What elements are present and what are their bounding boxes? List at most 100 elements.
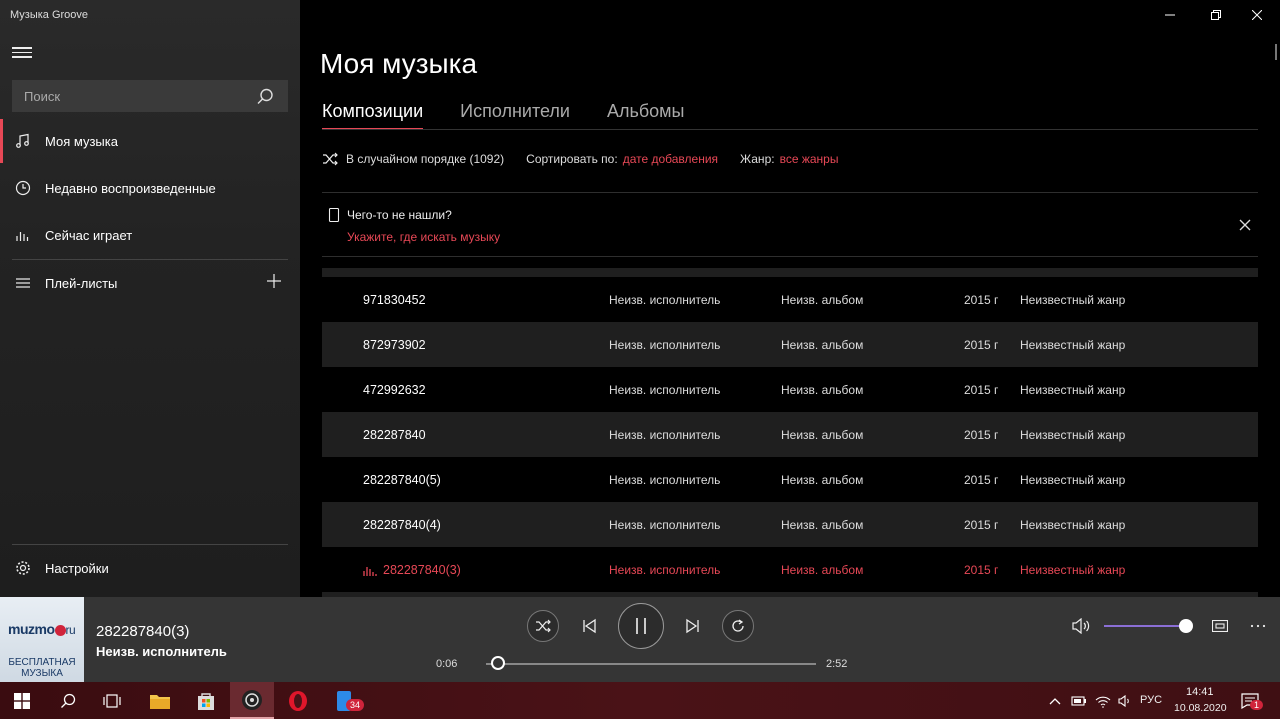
song-year: 2015 г bbox=[964, 337, 999, 352]
seek-thumb[interactable] bbox=[490, 656, 505, 670]
hamburger-menu-icon[interactable] bbox=[12, 44, 32, 60]
close-icon[interactable] bbox=[1236, 216, 1254, 234]
song-album[interactable]: Неизв. альбом bbox=[781, 563, 863, 577]
equalizer-icon bbox=[14, 226, 32, 244]
sidebar-item-settings[interactable]: Настройки bbox=[0, 546, 300, 590]
pause-button[interactable] bbox=[618, 603, 664, 649]
minimize-icon bbox=[1165, 14, 1175, 16]
song-artist[interactable]: Неизв. исполнитель bbox=[609, 338, 720, 352]
now-playing-title[interactable]: 282287840(3) bbox=[96, 623, 189, 640]
sidebar-item-recent[interactable]: Недавно воспроизведенные bbox=[0, 166, 300, 210]
sidebar-item-my-music[interactable]: Моя музыка bbox=[0, 119, 300, 163]
sidebar-item-label: Недавно воспроизведенные bbox=[45, 180, 216, 196]
shuffle-button[interactable] bbox=[527, 610, 559, 642]
song-album[interactable]: Неизв. альбом bbox=[781, 428, 863, 442]
taskbar-groove-music[interactable] bbox=[230, 682, 274, 719]
song-artist[interactable]: Неизв. исполнитель bbox=[609, 428, 720, 442]
close-button[interactable] bbox=[1234, 0, 1280, 30]
song-album[interactable]: Неизв. альбом bbox=[781, 518, 863, 532]
minimize-button[interactable] bbox=[1147, 0, 1193, 30]
table-row[interactable]: 282287840(4) Неизв. исполнитель Неизв. а… bbox=[322, 502, 1258, 547]
clock-time[interactable]: 14:41 bbox=[1186, 686, 1214, 698]
table-row[interactable]: 872973902 Неизв. исполнитель Неизв. альб… bbox=[322, 322, 1258, 367]
mini-player-button[interactable] bbox=[1208, 615, 1232, 637]
song-artist[interactable]: Неизв. исполнитель bbox=[609, 473, 720, 487]
notice-question: Чего-то не нашли? bbox=[347, 208, 452, 222]
folder-icon bbox=[150, 694, 170, 709]
clock-date[interactable]: 10.08.2020 bbox=[1174, 702, 1227, 714]
genre-label: Жанр: bbox=[740, 152, 775, 166]
task-view-button[interactable] bbox=[90, 682, 134, 719]
input-language[interactable]: РУС bbox=[1140, 694, 1162, 706]
volume-thumb[interactable] bbox=[1179, 619, 1193, 633]
tab-albums[interactable]: Альбомы bbox=[607, 101, 685, 130]
show-hidden-icons-button[interactable] bbox=[1044, 682, 1066, 719]
album-art[interactable]: muzmo ru БЕСПЛАТНАЯ МУЗЫКА bbox=[0, 597, 84, 682]
battery-button[interactable] bbox=[1068, 682, 1090, 719]
add-playlist-icon[interactable] bbox=[266, 273, 282, 289]
volume-tray-button[interactable] bbox=[1114, 682, 1136, 719]
search-input[interactable] bbox=[13, 81, 287, 111]
song-list: 971830452 Неизв. исполнитель Неизв. альб… bbox=[322, 268, 1258, 597]
song-artist[interactable]: Неизв. исполнитель bbox=[609, 518, 720, 532]
notification-count-badge: 1 bbox=[1250, 700, 1264, 710]
opera-icon bbox=[289, 690, 307, 711]
sort-dropdown[interactable]: Сортировать по: дате добавления bbox=[526, 152, 718, 166]
tabs-divider bbox=[322, 129, 1258, 130]
search-box[interactable] bbox=[12, 80, 288, 112]
now-playing-artist[interactable]: Неизв. исполнитель bbox=[96, 644, 227, 659]
ellipsis-icon bbox=[1250, 624, 1266, 628]
previous-button[interactable] bbox=[574, 610, 604, 642]
genre-dropdown[interactable]: Жанр: все жанры bbox=[740, 152, 838, 166]
repeat-button[interactable] bbox=[722, 610, 754, 642]
pause-icon bbox=[636, 618, 646, 634]
song-title: 472992632 bbox=[363, 382, 426, 397]
start-button[interactable] bbox=[0, 682, 44, 719]
action-center-button[interactable] bbox=[1232, 682, 1268, 719]
song-genre: Неизвестный жанр bbox=[1020, 517, 1126, 532]
song-artist[interactable]: Неизв. исполнитель bbox=[609, 563, 720, 577]
taskbar-store[interactable] bbox=[184, 682, 228, 719]
sidebar-item-label: Моя музыка bbox=[45, 133, 118, 149]
search-icon[interactable] bbox=[255, 87, 275, 107]
notice-panel: Чего-то не нашли? Укажите, где искать му… bbox=[328, 208, 500, 244]
song-title: 282287840 bbox=[363, 427, 426, 442]
table-row[interactable]: 971830452 Неизв. исполнитель Неизв. альб… bbox=[322, 277, 1258, 322]
windows-logo-icon bbox=[14, 692, 30, 709]
volume-slider[interactable] bbox=[1104, 625, 1186, 627]
now-playing-equalizer-icon bbox=[363, 566, 377, 576]
table-row-now-playing[interactable]: 282287840(3) Неизв. исполнитель Неизв. а… bbox=[322, 547, 1258, 592]
speaker-icon bbox=[1118, 694, 1129, 707]
sidebar-item-playlists[interactable]: Плей-листы bbox=[0, 261, 300, 305]
volume-button[interactable] bbox=[1068, 613, 1094, 639]
song-album[interactable]: Неизв. альбом bbox=[781, 338, 863, 352]
choose-folders-link[interactable]: Укажите, где искать музыку bbox=[347, 230, 500, 244]
sidebar-item-label: Сейчас играет bbox=[45, 227, 133, 243]
song-artist[interactable]: Неизв. исполнитель bbox=[609, 383, 720, 397]
song-album[interactable]: Неизв. альбом bbox=[781, 293, 863, 307]
scrollbar[interactable] bbox=[1275, 44, 1277, 60]
sidebar-item-now-playing[interactable]: Сейчас играет bbox=[0, 213, 300, 257]
sort-label: Сортировать по: bbox=[526, 152, 618, 166]
song-album[interactable]: Неизв. альбом bbox=[781, 473, 863, 487]
chevron-up-icon bbox=[1049, 697, 1061, 704]
taskbar-file-explorer[interactable] bbox=[138, 682, 182, 719]
seek-bar[interactable] bbox=[486, 663, 816, 665]
table-row[interactable]: 282287840 Неизв. исполнитель Неизв. альб… bbox=[322, 412, 1258, 457]
album-art-caption: БЕСПЛАТНАЯ МУЗЫКА bbox=[8, 657, 76, 679]
tab-songs[interactable]: Композиции bbox=[322, 101, 424, 130]
maximize-button[interactable] bbox=[1193, 0, 1239, 30]
taskbar-opera[interactable] bbox=[276, 682, 320, 719]
table-row[interactable]: 472992632 Неизв. исполнитель Неизв. альб… bbox=[322, 367, 1258, 412]
previous-icon bbox=[583, 618, 596, 634]
tab-artists[interactable]: Исполнители bbox=[460, 101, 570, 130]
more-options-button[interactable] bbox=[1244, 615, 1272, 637]
network-button[interactable] bbox=[1092, 682, 1114, 719]
table-row[interactable]: 282287840(5) Неизв. исполнитель Неизв. а… bbox=[322, 457, 1258, 502]
next-button[interactable] bbox=[678, 610, 708, 642]
taskbar-search-button[interactable] bbox=[46, 682, 90, 719]
song-artist[interactable]: Неизв. исполнитель bbox=[609, 293, 720, 307]
song-title: 872973902 bbox=[363, 337, 426, 352]
shuffle-all-button[interactable]: В случайном порядке (1092) bbox=[322, 152, 504, 166]
song-album[interactable]: Неизв. альбом bbox=[781, 383, 863, 397]
